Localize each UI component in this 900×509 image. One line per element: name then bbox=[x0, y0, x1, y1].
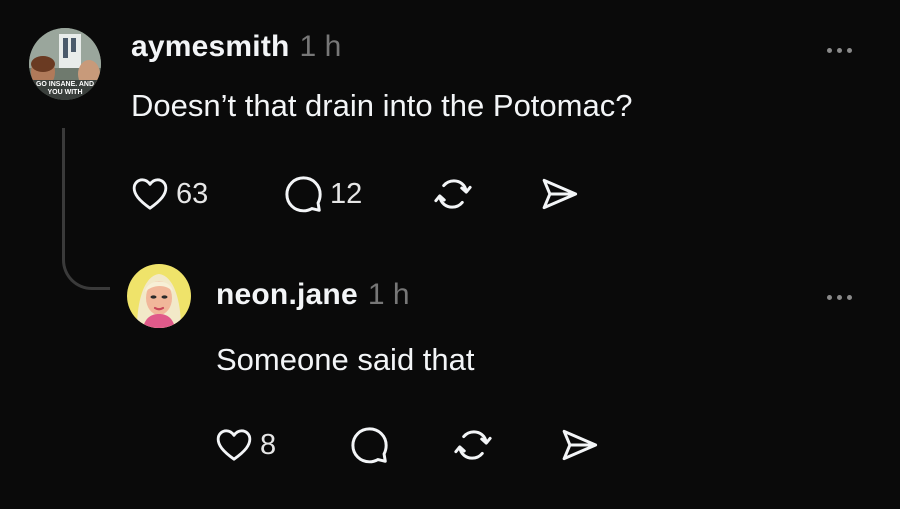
more-dot bbox=[846, 294, 852, 300]
post-neon-jane: neon.jane 1 h Someone said that 8 bbox=[0, 0, 900, 509]
username[interactable]: neon.jane bbox=[216, 278, 358, 312]
repost-icon bbox=[454, 430, 492, 460]
like-button[interactable]: 8 bbox=[214, 423, 276, 467]
comment-icon bbox=[351, 427, 388, 464]
avatar-image bbox=[127, 264, 191, 328]
post-actions: 8 bbox=[214, 423, 614, 467]
timestamp: 1 h bbox=[367, 278, 410, 311]
post-header: neon.jane 1 h bbox=[216, 278, 410, 312]
avatar[interactable] bbox=[127, 264, 191, 328]
heart-icon bbox=[216, 429, 252, 461]
reply-button[interactable] bbox=[348, 423, 390, 467]
send-icon bbox=[562, 429, 598, 461]
like-count: 8 bbox=[260, 428, 277, 461]
repost-button[interactable] bbox=[452, 423, 494, 467]
more-icon[interactable] bbox=[819, 287, 859, 307]
more-dot bbox=[836, 294, 842, 300]
share-button[interactable] bbox=[558, 423, 600, 467]
post-text: Someone said that bbox=[216, 342, 475, 377]
more-dot bbox=[826, 294, 832, 300]
